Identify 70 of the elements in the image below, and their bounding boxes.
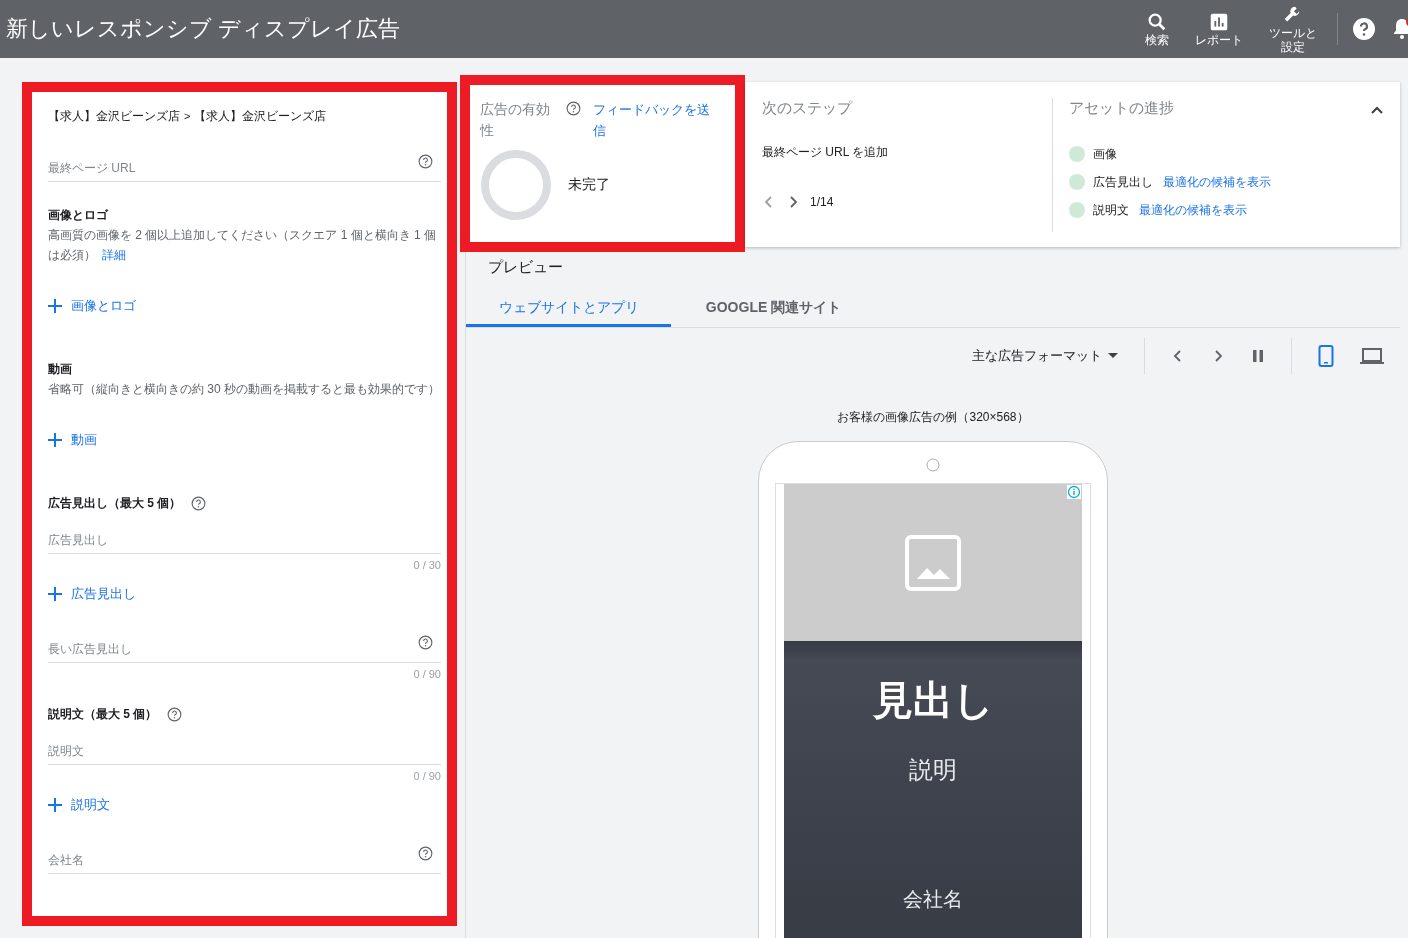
pause-icon[interactable] [1251, 349, 1265, 363]
card-title: アセットの進捗 [1069, 98, 1175, 118]
page-counter: 1/14 [810, 195, 834, 209]
asset-label: 説明文 [1093, 202, 1129, 219]
status-dot-icon [1069, 202, 1085, 218]
add-button[interactable]: 広告見出し [48, 584, 136, 604]
asset-label: 画像 [1093, 146, 1117, 163]
feedback-link[interactable]: フィードバックを送信 [593, 99, 713, 141]
add-button[interactable]: 説明文 [48, 795, 110, 815]
search-button[interactable]: 検索 [1139, 11, 1175, 47]
image-icon [905, 534, 961, 591]
progress-ring [480, 149, 552, 221]
suggestions-link[interactable]: 最適化の候補を表示 [1163, 172, 1271, 192]
camera-icon [926, 458, 940, 472]
ad-headline: 見出し [872, 677, 994, 724]
input-field[interactable]: 広告見出し [48, 526, 441, 554]
bar-chart-icon [1208, 11, 1230, 33]
section-title: 動画 [48, 361, 72, 378]
breadcrumb-item[interactable]: 【求人】金沢ビーンズ店 [48, 106, 180, 126]
add-button[interactable]: 画像とロゴ [48, 296, 136, 316]
add-button[interactable]: 動画 [48, 430, 97, 450]
character-counter: 0 / 30 [413, 558, 441, 572]
status-text: 未完了 [568, 176, 610, 194]
ad-description: 説明 [909, 755, 957, 785]
asset-label: 広告見出し [1093, 174, 1153, 191]
help-icon[interactable] [167, 706, 183, 722]
input-field[interactable]: 説明文 [48, 737, 441, 765]
preview-title: プレビュー [488, 258, 564, 277]
section-title: 広告見出し（最大 5 個） [48, 495, 182, 512]
caret-icon [1108, 353, 1118, 359]
section-title: 画像とロゴ [48, 207, 108, 224]
ad-company-name: 会社名 [903, 887, 963, 912]
tools-button[interactable]: ツールと 設定 [1263, 4, 1323, 54]
plus-icon [48, 433, 62, 447]
laptop-icon[interactable] [1360, 347, 1384, 365]
page-title: 新しいレスポンシブ ディスプレイ広告 [6, 15, 401, 43]
character-counter: 0 / 90 [413, 769, 441, 783]
preview-tab[interactable]: ウェブサイトとアプリ [466, 291, 671, 327]
mobile-icon[interactable] [1318, 345, 1334, 367]
details-link[interactable]: 詳細 [102, 248, 126, 262]
plus-icon [48, 299, 62, 313]
card-title: 次のステップ [762, 98, 854, 118]
help-icon[interactable] [1352, 17, 1376, 41]
help-icon[interactable] [191, 495, 207, 511]
preview-caption: お客様の画像広告の例（320×568） [837, 409, 1029, 426]
character-counter: 0 / 90 [413, 667, 441, 681]
preview-tab[interactable]: GOOGLE 関連サイト [671, 291, 876, 327]
help-icon[interactable] [566, 101, 581, 116]
card-title: 広告の有効性 [480, 100, 551, 140]
breadcrumb-separator: > [184, 109, 191, 124]
status-dot-icon [1069, 174, 1085, 190]
help-icon[interactable] [418, 154, 433, 169]
help-icon[interactable] [418, 846, 433, 861]
section-title: 説明文（最大 5 個） [48, 706, 158, 723]
plus-icon [48, 587, 62, 601]
input-field[interactable]: 長い広告見出し [48, 635, 441, 663]
reports-button[interactable]: レポート [1189, 11, 1249, 47]
suggestions-link[interactable]: 最適化の候補を表示 [1139, 200, 1247, 220]
breadcrumb-item[interactable]: 【求人】金沢ビーンズ店 [194, 106, 327, 126]
input-field[interactable]: 会社名 [48, 846, 441, 874]
status-dot-icon [1069, 146, 1085, 162]
help-icon[interactable] [418, 635, 433, 650]
search-icon [1146, 11, 1168, 33]
info-icon[interactable] [1067, 485, 1081, 499]
step-text: 最終ページ URL を追加 [762, 144, 890, 161]
format-dropdown[interactable]: 主な広告フォーマット [966, 346, 1124, 366]
section-description: 高画質の画像を 2 個以上追加してください（スクエア 1 個と横向き 1 個は必須） 詳細 [48, 227, 438, 264]
input-field[interactable]: 最終ページ URL [48, 154, 441, 182]
section-description: 省略可（縦向きと横向きの約 30 秒の動画を掲載すると最も効果的です） [48, 381, 441, 398]
plus-icon [48, 798, 62, 812]
